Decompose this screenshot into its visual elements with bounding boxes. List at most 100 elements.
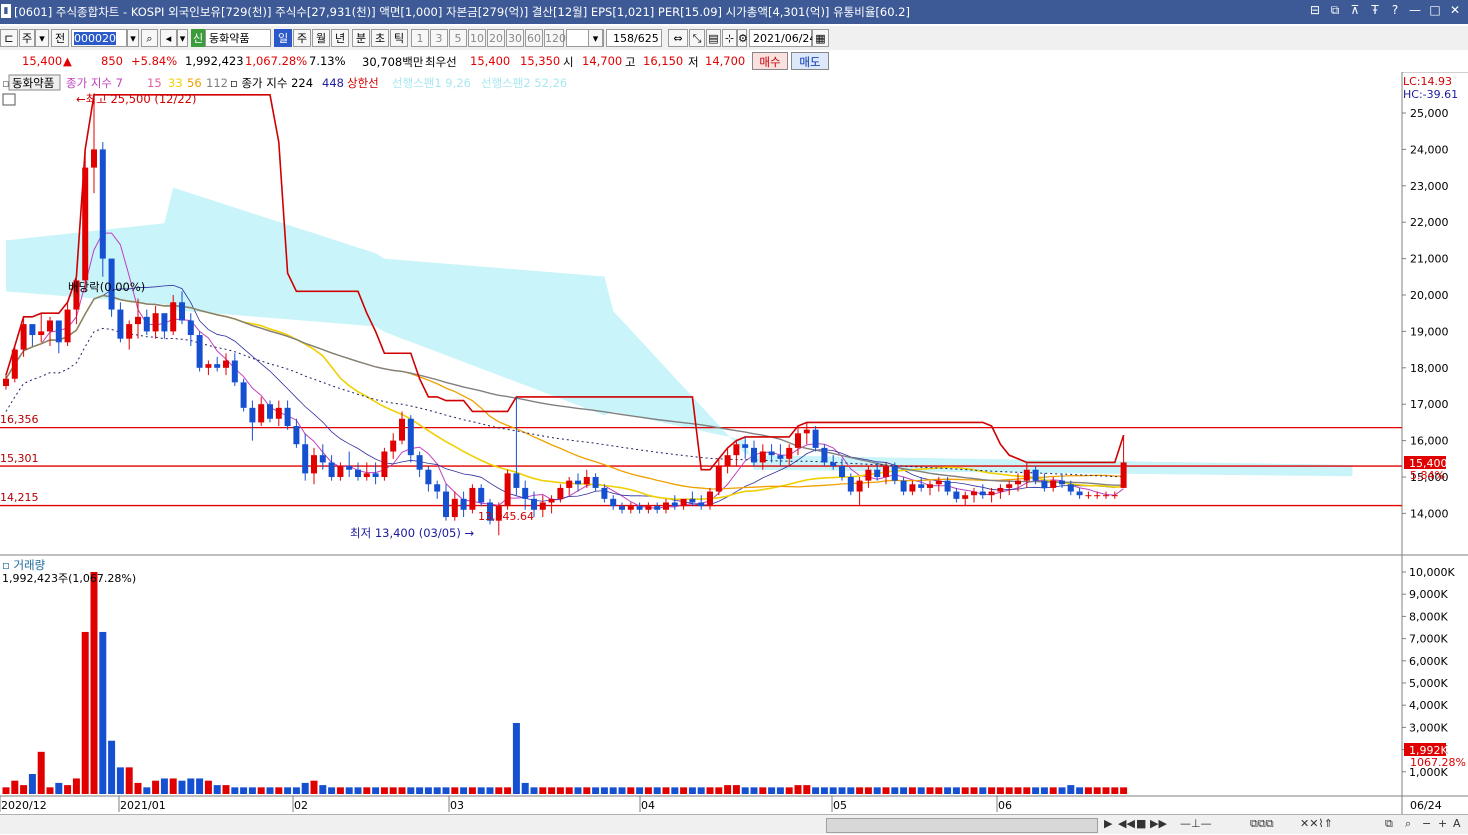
period-dropdown-icon[interactable]: ▾: [35, 29, 49, 47]
candle-body: [821, 447, 828, 463]
candle-body: [575, 480, 581, 485]
save-icon[interactable]: ▤: [706, 29, 721, 47]
minute-option-30[interactable]: 30: [506, 29, 524, 47]
price-tick-label: 18,000: [1410, 362, 1449, 375]
app-icon[interactable]: ▮: [1, 4, 11, 18]
date-field[interactable]: 2021/06/24: [749, 29, 816, 47]
interval-year[interactable]: 년: [331, 29, 349, 47]
search-icon[interactable]: ⌕: [141, 29, 158, 47]
font-icon[interactable]: Ŧ: [1368, 3, 1382, 18]
calendar-icon[interactable]: ▦: [812, 29, 829, 47]
scroll-forward-icon[interactable]: ▶▶: [1150, 817, 1167, 830]
tile-icon[interactable]: ⧉: [1328, 3, 1342, 18]
volume-bar: [143, 787, 151, 794]
volume-bar: [970, 787, 978, 794]
font-size-icon[interactable]: A: [1453, 817, 1461, 830]
drawing-tools-icon[interactable]: ✕✕⌇⇑: [1300, 817, 1333, 830]
minute-option-60[interactable]: 60: [525, 29, 543, 47]
volume-bar: [213, 785, 221, 794]
stock-code-input[interactable]: 000020: [71, 29, 127, 47]
speaker-dropdown-icon[interactable]: ▾: [177, 29, 188, 47]
cursor-icon[interactable]: ⊹: [722, 29, 737, 47]
minute-option-10[interactable]: 10: [468, 29, 486, 47]
interval-second[interactable]: 초: [371, 29, 389, 47]
hline-label-1: 16,356: [0, 413, 39, 426]
volume-bar: [988, 787, 996, 794]
minimize-button[interactable]: —: [1408, 3, 1422, 18]
chart-scroll-icon[interactable]: ⤡: [689, 29, 705, 47]
candle-body: [302, 444, 309, 474]
stop-icon[interactable]: ■: [1136, 817, 1146, 830]
sell-button[interactable]: 매도: [791, 52, 829, 70]
candle-body: [381, 451, 388, 477]
volume-bar: [680, 787, 688, 794]
maximize-button[interactable]: □: [1428, 3, 1442, 18]
legend-ma-112: 112: [206, 76, 228, 90]
minute-option-5[interactable]: 5: [449, 29, 467, 47]
minute-option-3[interactable]: 3: [430, 29, 448, 47]
period-slider-icon[interactable]: —⊥—: [1180, 817, 1212, 830]
interval-minute[interactable]: 분: [352, 29, 370, 47]
candle-body: [293, 426, 300, 445]
scroll-thumb[interactable]: [826, 818, 1098, 833]
candle-body: [1103, 495, 1109, 497]
interval-month[interactable]: 월: [312, 29, 330, 47]
volume-bar: [116, 767, 124, 794]
candle-body: [830, 462, 837, 467]
restore-layout-icon[interactable]: ⊟: [1308, 3, 1322, 18]
count-field[interactable]: 158/625: [606, 29, 662, 47]
candle-body: [539, 502, 546, 510]
settings-icon[interactable]: ⚙: [737, 29, 748, 47]
window-layout-icon[interactable]: ⧉⧉⧉: [1250, 817, 1274, 831]
volume-bar: [688, 787, 696, 794]
pin-icon[interactable]: ⊼: [1348, 3, 1362, 18]
period-type-select[interactable]: 주: [19, 29, 35, 47]
volume-bar: [926, 787, 934, 794]
candle-body: [91, 149, 97, 168]
speaker-icon[interactable]: ◂: [160, 29, 177, 47]
help-icon[interactable]: ?: [1388, 3, 1402, 18]
stock-name-field[interactable]: 동화약품: [205, 29, 271, 47]
zoom-icon[interactable]: ⇔: [668, 29, 688, 47]
change-percent: +5.84%: [131, 54, 178, 68]
candle-body: [592, 477, 599, 488]
custom-minute-dropdown-icon[interactable]: ▾: [588, 29, 603, 47]
chart-scrollbar[interactable]: ▶ ◀◀ ■ ▶▶ —⊥— ⧉⧉⧉ ✕✕⌇⇑ ⧉ ⌕ − + A: [0, 814, 1468, 834]
scroll-next-icon[interactable]: ▶: [1104, 817, 1112, 830]
volume-bar: [732, 785, 740, 794]
code-dropdown-icon[interactable]: ▾: [127, 29, 139, 47]
interval-tick[interactable]: 틱: [390, 29, 408, 47]
layout-icon[interactable]: ⊏: [0, 29, 18, 47]
prev-button[interactable]: 전: [51, 29, 69, 47]
volume-bar: [301, 782, 309, 794]
volume-bar: [2, 787, 10, 794]
minute-option-1[interactable]: 1: [411, 29, 429, 47]
volume-bar: [11, 780, 19, 794]
volume-tick-label: 8,000K: [1409, 610, 1448, 623]
zoom-in-icon[interactable]: +: [1438, 817, 1447, 830]
candle-body: [275, 407, 282, 419]
candle-body: [891, 466, 898, 481]
minute-option-120[interactable]: 120: [544, 29, 566, 47]
volume-bar: [407, 787, 415, 794]
zoom-out-icon[interactable]: −: [1422, 817, 1431, 830]
close-button[interactable]: ✕: [1448, 3, 1462, 18]
chart-settings-icon[interactable]: [2, 93, 16, 106]
candle-body: [1059, 480, 1065, 485]
zoom-search-icon[interactable]: ⌕: [1405, 817, 1411, 831]
lc-value: LC:14.93: [1403, 75, 1452, 88]
interval-day[interactable]: 일: [274, 29, 292, 47]
volume-bar: [935, 787, 943, 794]
volume-bar: [706, 787, 714, 794]
candle-body: [1076, 491, 1083, 496]
candle-body: [1032, 469, 1039, 481]
minute-option-20[interactable]: 20: [487, 29, 505, 47]
copy-icon[interactable]: ⧉: [1385, 817, 1393, 831]
volume-bar: [1093, 787, 1101, 794]
volume-bar: [996, 787, 1004, 794]
chart-area[interactable]: 25,000 24,000 23,000 22,000 21,000 20,000 19,0…: [0, 72, 1468, 832]
interval-week[interactable]: 주: [293, 29, 311, 47]
buy-button[interactable]: 매수: [752, 52, 788, 70]
candle-body: [47, 320, 53, 332]
scroll-rewind-icon[interactable]: ◀◀: [1118, 817, 1135, 830]
